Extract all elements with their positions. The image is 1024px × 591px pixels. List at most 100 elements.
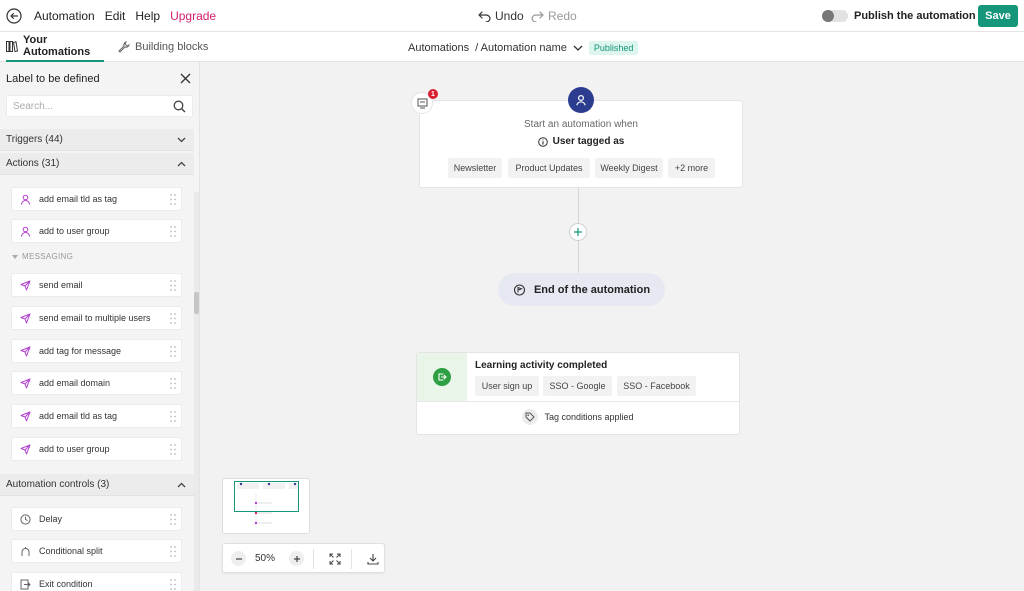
caret-down-icon [12, 254, 18, 259]
list-item[interactable]: add email tld as tag [11, 187, 182, 211]
search-box [6, 95, 193, 117]
item-label: Delay [39, 514, 63, 524]
condition-chip[interactable]: SSO - Facebook [617, 376, 696, 396]
breadcrumb-current[interactable]: / Automation name [475, 42, 567, 54]
list-item[interactable]: send email to multiple users [11, 306, 182, 330]
section-triggers[interactable]: Triggers (44) [0, 129, 194, 151]
drag-handle-icon[interactable] [170, 444, 176, 455]
close-icon[interactable] [180, 73, 191, 84]
minimap-viewport[interactable] [234, 481, 299, 512]
list-item[interactable]: Conditional split [11, 539, 182, 563]
minimap[interactable] [222, 478, 310, 534]
menu-automation[interactable]: Automation [34, 9, 95, 23]
zoom-level: 50% [255, 553, 276, 564]
item-label: add tag for message [39, 346, 122, 356]
tag-chip[interactable]: Weekly Digest [595, 158, 663, 178]
undo-button[interactable]: Undo [478, 9, 524, 23]
breadcrumb-root[interactable]: Automations [408, 42, 469, 54]
split-icon [20, 546, 31, 557]
list-item[interactable]: Exit condition [11, 572, 182, 591]
publish-toggle[interactable] [822, 10, 848, 22]
trigger-event: User tagged as [419, 136, 743, 147]
drag-handle-icon[interactable] [170, 378, 176, 389]
chevron-up-icon [177, 161, 186, 167]
trigger-event-label: User tagged as [552, 136, 625, 147]
add-step-button[interactable] [569, 223, 587, 241]
item-label: send email to multiple users [39, 313, 151, 323]
messaging-group-label[interactable]: MESSAGING [12, 252, 73, 261]
menu-edit[interactable]: Edit [105, 9, 126, 23]
zoom-controls: 50% [222, 543, 385, 573]
drag-handle-icon[interactable] [170, 579, 176, 590]
redo-button[interactable]: Redo [531, 9, 577, 23]
send-icon [20, 346, 31, 357]
menu-help[interactable]: Help [135, 9, 160, 23]
item-label: add email tld as tag [39, 411, 118, 421]
chevron-down-icon[interactable] [573, 45, 583, 51]
item-label: Conditional split [39, 546, 103, 556]
connector-line [578, 188, 579, 223]
info-icon [537, 136, 548, 147]
list-item[interactable]: add email domain [11, 371, 182, 395]
tag-icon [522, 409, 539, 425]
drag-handle-icon[interactable] [170, 313, 176, 324]
drag-handle-icon[interactable] [170, 346, 176, 357]
zoom-in-button[interactable] [289, 551, 304, 566]
download-icon[interactable] [365, 551, 380, 566]
send-icon [20, 280, 31, 291]
tag-chip[interactable]: Product Updates [508, 158, 590, 178]
tag-conditions-row[interactable]: Tag conditions applied [417, 409, 739, 425]
menu-upgrade[interactable]: Upgrade [170, 9, 216, 23]
drag-handle-icon[interactable] [170, 280, 176, 291]
exit-icon [433, 368, 451, 386]
item-label: Exit condition [39, 579, 93, 589]
condition-chip[interactable]: User sign up [475, 376, 539, 396]
drag-handle-icon[interactable] [170, 411, 176, 422]
tab-building-blocks[interactable]: Building blocks [118, 32, 208, 62]
item-label: add email domain [39, 378, 111, 388]
section-actions[interactable]: Actions (31) [0, 153, 194, 175]
drag-handle-icon[interactable] [170, 226, 176, 237]
tag-conditions-label: Tag conditions applied [544, 412, 634, 422]
tag-chip[interactable]: Newsletter [448, 158, 502, 178]
end-label: End of the automation [533, 283, 651, 296]
list-item[interactable]: send email [11, 273, 182, 297]
breadcrumb: Automations / Automation name Published [408, 41, 639, 55]
wrench-icon [118, 41, 130, 53]
drag-handle-icon[interactable] [170, 546, 176, 557]
send-icon [20, 411, 31, 422]
condition-chip[interactable]: SSO - Google [543, 376, 612, 396]
send-icon [20, 313, 31, 324]
undo-icon [478, 10, 491, 22]
section-automation-controls[interactable]: Automation controls (3) [0, 474, 194, 496]
redo-label: Redo [548, 9, 577, 23]
list-item[interactable]: add email tld as tag [11, 404, 182, 428]
sidebar-scrollbar[interactable] [194, 192, 199, 591]
search-icon[interactable] [173, 100, 186, 113]
end-flag-icon [513, 283, 526, 296]
zoom-out-button[interactable] [231, 551, 246, 566]
back-icon[interactable] [6, 8, 22, 24]
fit-to-screen-icon[interactable] [327, 551, 342, 566]
sidebar: Label to be defined Triggers (44) Action… [0, 62, 200, 591]
drag-handle-icon[interactable] [170, 514, 176, 525]
library-icon [6, 40, 18, 52]
status-badge: Published [588, 41, 639, 55]
undo-label: Undo [495, 9, 524, 23]
card-divider [417, 401, 739, 402]
sidebar-title: Label to be defined [6, 73, 100, 85]
more-tags-chip[interactable]: +2 more [668, 158, 715, 178]
list-item[interactable]: add tag for message [11, 339, 182, 363]
sidebar-scroll-thumb[interactable] [194, 292, 199, 314]
trigger-start-text: Start an automation when [524, 119, 638, 130]
save-button[interactable]: Save [978, 5, 1018, 27]
drag-handle-icon[interactable] [170, 194, 176, 205]
list-item[interactable]: Delay [11, 507, 182, 531]
end-of-automation-node[interactable]: End of the automation [498, 273, 665, 306]
list-item[interactable]: add to user group [11, 437, 182, 461]
tab-your-automations[interactable]: Your Automations [6, 32, 104, 62]
list-item[interactable]: add to user group [11, 219, 182, 243]
group-label: MESSAGING [22, 252, 74, 261]
section-label: Triggers (44) [6, 134, 63, 145]
search-input[interactable] [7, 96, 157, 116]
